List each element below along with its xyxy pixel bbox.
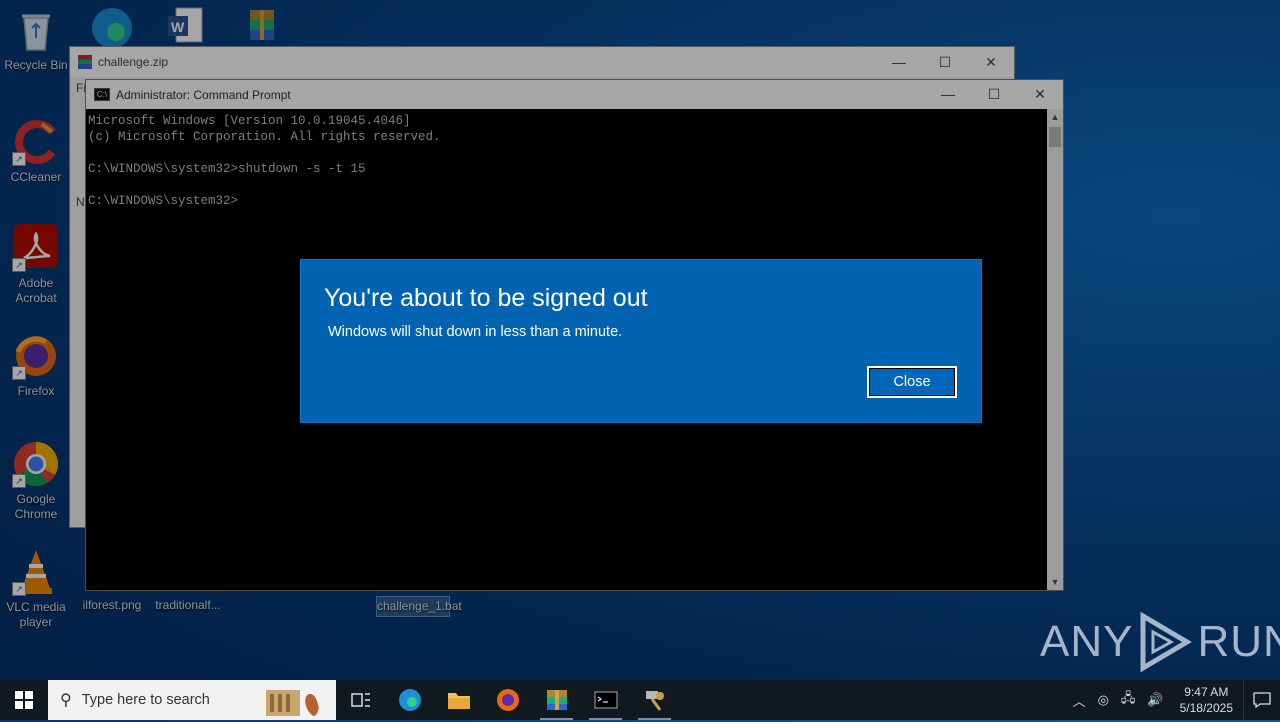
firefox-icon (496, 689, 519, 711)
signout-dialog: You're about to be signed out Windows wi… (300, 259, 982, 423)
winrar-icon (546, 690, 567, 710)
notification-icon (1253, 692, 1271, 708)
taskbar-firefox[interactable] (483, 680, 532, 720)
taskbar: ⚲ Type here to search ︿ ◎ 🖧 🔊 9:47 AM 5/… (0, 680, 1280, 720)
dialog-message: Windows will shut down in less than a mi… (328, 324, 623, 340)
watermark-text-right: RUN (1197, 617, 1280, 666)
system-tray: ︿ ◎ 🖧 🔊 9:47 AM 5/18/2025 (1067, 680, 1280, 720)
notification-center-button[interactable] (1243, 680, 1280, 720)
meet-now-icon[interactable]: ◎ (1098, 692, 1109, 708)
anyrun-watermark: ANY RUN (1040, 612, 1280, 672)
taskbar-key-tool[interactable] (630, 680, 679, 720)
edge-icon (398, 689, 421, 711)
taskbar-command-prompt[interactable] (581, 680, 630, 720)
search-placeholder: Type here to search (81, 692, 210, 708)
taskbar-file-explorer[interactable] (434, 680, 483, 720)
start-button[interactable] (0, 680, 48, 720)
volume-icon[interactable]: 🔊 (1147, 692, 1163, 708)
close-button[interactable]: Close (867, 366, 957, 398)
task-view-icon (350, 693, 370, 707)
key-tool-icon (645, 691, 664, 711)
watermark-text-left: ANY (1040, 617, 1134, 666)
dialog-title: You're about to be signed out (324, 284, 648, 312)
clock[interactable]: 9:47 AM 5/18/2025 (1180, 684, 1233, 716)
taskbar-search-box[interactable]: ⚲ Type here to search (48, 680, 336, 720)
search-highlight-icon (258, 684, 328, 722)
command-prompt-icon (594, 691, 617, 709)
play-logo-icon (1140, 612, 1193, 672)
taskbar-edge[interactable] (385, 680, 434, 720)
file-explorer-icon (447, 693, 470, 709)
clock-time: 9:47 AM (1184, 685, 1229, 699)
search-icon: ⚲ (60, 692, 72, 709)
windows-logo-icon (15, 691, 33, 709)
taskbar-winrar[interactable] (532, 680, 581, 720)
clock-date: 5/18/2025 (1179, 701, 1233, 715)
chevron-up-icon[interactable]: ︿ (1073, 691, 1086, 710)
network-icon[interactable]: 🖧 (1121, 689, 1136, 711)
task-view-button[interactable] (336, 680, 385, 720)
